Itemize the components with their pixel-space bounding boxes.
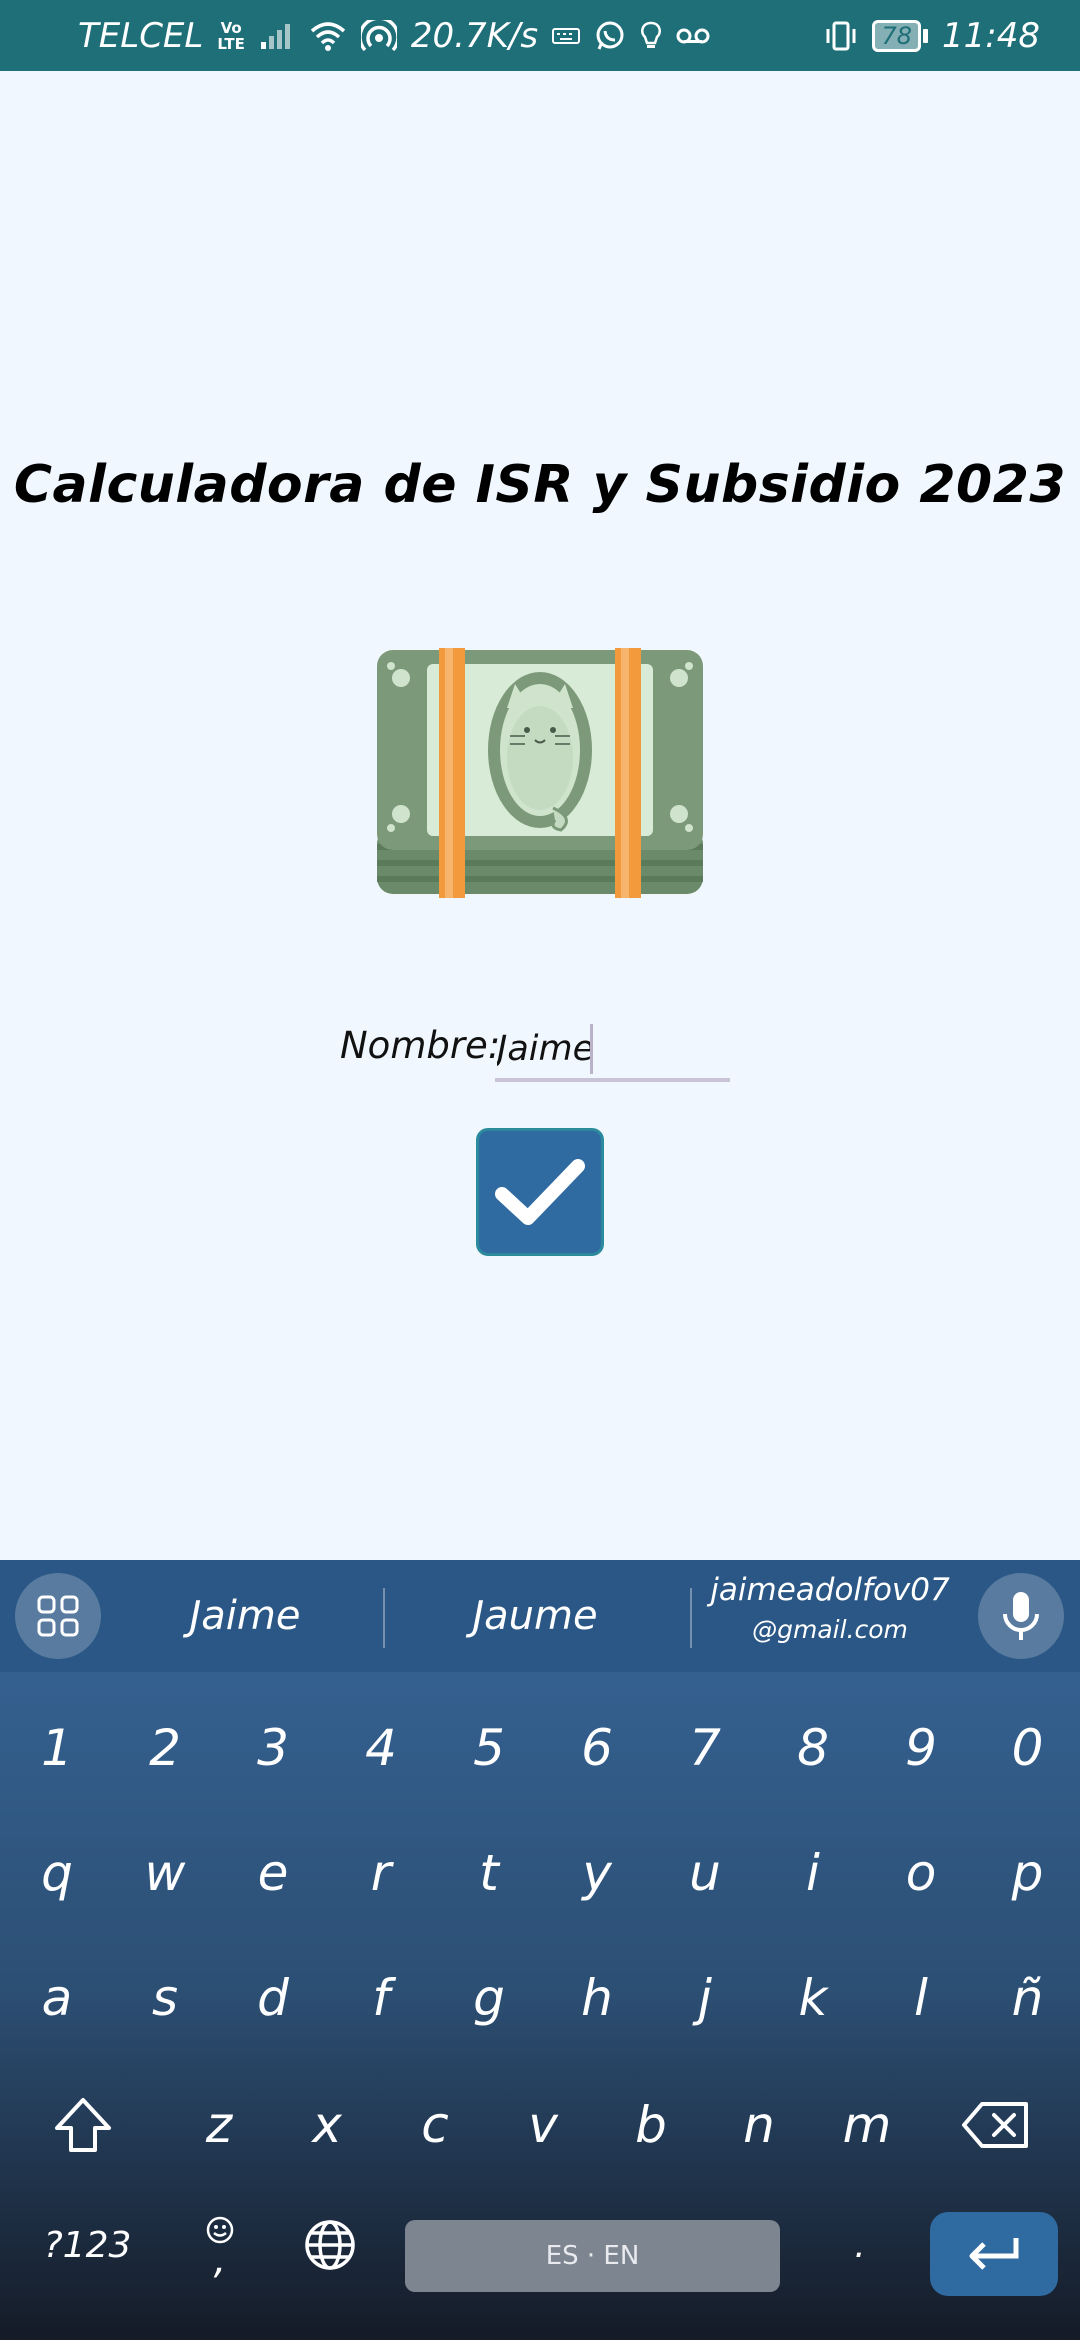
key-e[interactable]: e bbox=[219, 1818, 327, 1928]
apps-grid-button[interactable] bbox=[15, 1573, 101, 1659]
key-m[interactable]: m bbox=[813, 2070, 921, 2180]
key-0[interactable]: 0 bbox=[975, 1693, 1080, 1803]
key-3[interactable]: 3 bbox=[219, 1693, 327, 1803]
battery-tip bbox=[923, 28, 929, 43]
letter-row-2: a s d f g h j k l ñ bbox=[0, 1943, 1080, 2053]
volte-bottom: LTE bbox=[217, 34, 245, 53]
soft-keyboard: Jaime Jaume jaimeadolfov07 @gmail.com 1 … bbox=[0, 1560, 1080, 2340]
hotspot-icon bbox=[360, 19, 397, 52]
network-speed: 20.7K/s bbox=[410, 15, 539, 56]
number-row: 1 2 3 4 5 6 7 8 9 0 bbox=[0, 1693, 1080, 1803]
emoji-comma-key[interactable]: , bbox=[170, 2190, 270, 2300]
key-q[interactable]: q bbox=[3, 1818, 111, 1928]
key-n-tilde[interactable]: ñ bbox=[975, 1943, 1080, 2053]
key-r[interactable]: r bbox=[327, 1818, 435, 1928]
key-u[interactable]: u bbox=[651, 1818, 759, 1928]
key-o[interactable]: o bbox=[867, 1818, 975, 1928]
suggestion-divider bbox=[690, 1588, 692, 1648]
volte-top: Vo bbox=[220, 18, 242, 37]
volte-indicator: Vo LTE bbox=[217, 20, 245, 52]
key-n[interactable]: n bbox=[705, 2070, 813, 2180]
key-v[interactable]: v bbox=[489, 2070, 597, 2180]
key-g[interactable]: g bbox=[435, 1943, 543, 2053]
key-w[interactable]: w bbox=[111, 1818, 219, 1928]
battery-level: 78 bbox=[872, 19, 922, 52]
key-p[interactable]: p bbox=[975, 1818, 1080, 1928]
key-z[interactable]: z bbox=[165, 2070, 273, 2180]
suggestion-2[interactable]: Jaume bbox=[410, 1560, 660, 1672]
comma-label: , bbox=[213, 2237, 227, 2283]
money-stack-illustration bbox=[375, 648, 705, 898]
microphone-icon bbox=[1003, 1592, 1039, 1640]
key-t[interactable]: t bbox=[435, 1818, 543, 1928]
key-k[interactable]: k bbox=[759, 1943, 867, 2053]
key-4[interactable]: 4 bbox=[327, 1693, 435, 1803]
clock: 11:48 bbox=[942, 15, 1040, 56]
vibrate-icon bbox=[824, 20, 858, 52]
page-title: Calculadora de ISR y Subsidio 2023 bbox=[13, 455, 1067, 515]
letter-row-1: q w e r t y u i o p bbox=[0, 1818, 1080, 1928]
backspace-key[interactable] bbox=[940, 2070, 1050, 2180]
bottom-row: ?123 , ES · EN . bbox=[0, 2190, 1080, 2300]
globe-icon bbox=[305, 2220, 355, 2270]
suggestion-1[interactable]: Jaime bbox=[120, 1560, 370, 1672]
key-9[interactable]: 9 bbox=[867, 1693, 975, 1803]
key-x[interactable]: x bbox=[273, 2070, 381, 2180]
key-y[interactable]: y bbox=[543, 1818, 651, 1928]
key-7[interactable]: 7 bbox=[651, 1693, 759, 1803]
suggestion-bar: Jaime Jaume jaimeadolfov07 @gmail.com bbox=[0, 1560, 1080, 1672]
bulb-icon bbox=[640, 21, 662, 51]
key-a[interactable]: a bbox=[3, 1943, 111, 2053]
language-key[interactable] bbox=[280, 2190, 380, 2300]
wifi-icon bbox=[309, 21, 347, 51]
checkmark-icon bbox=[495, 1159, 585, 1225]
status-bar: TELCEL Vo LTE 20.7K/s 78 11:48 bbox=[0, 0, 1080, 71]
key-8[interactable]: 8 bbox=[759, 1693, 867, 1803]
name-label: Nombre: bbox=[340, 1024, 501, 1067]
key-f[interactable]: f bbox=[327, 1943, 435, 2053]
key-h[interactable]: h bbox=[543, 1943, 651, 2053]
symbols-key[interactable]: ?123 bbox=[20, 2190, 155, 2300]
key-6[interactable]: 6 bbox=[543, 1693, 651, 1803]
voicemail-icon bbox=[676, 26, 710, 46]
suggestion-divider bbox=[383, 1588, 385, 1648]
name-form-row: Nombre: bbox=[340, 1020, 740, 1090]
name-input[interactable] bbox=[495, 1020, 730, 1082]
signal-icon bbox=[259, 22, 295, 50]
key-i[interactable]: i bbox=[759, 1818, 867, 1928]
period-key[interactable]: . bbox=[810, 2190, 910, 2300]
confirm-button[interactable] bbox=[476, 1128, 604, 1256]
email-user: jaimeadolfov07 bbox=[710, 1572, 950, 1608]
key-1[interactable]: 1 bbox=[3, 1693, 111, 1803]
enter-key[interactable] bbox=[930, 2212, 1058, 2296]
key-s[interactable]: s bbox=[111, 1943, 219, 2053]
shift-arrow-icon bbox=[55, 2098, 111, 2152]
key-d[interactable]: d bbox=[219, 1943, 327, 2053]
backspace-icon bbox=[962, 2102, 1028, 2148]
carrier-name: TELCEL bbox=[78, 15, 204, 56]
whatsapp-icon bbox=[594, 20, 626, 52]
email-domain: @gmail.com bbox=[752, 1615, 908, 1644]
key-j[interactable]: j bbox=[651, 1943, 759, 2053]
key-l[interactable]: l bbox=[867, 1943, 975, 2053]
key-b[interactable]: b bbox=[597, 2070, 705, 2180]
key-5[interactable]: 5 bbox=[435, 1693, 543, 1803]
grid-icon bbox=[37, 1595, 79, 1637]
key-c[interactable]: c bbox=[381, 2070, 489, 2180]
text-cursor bbox=[590, 1024, 593, 1074]
letter-row-3: z x c v b n m bbox=[0, 2070, 1080, 2180]
enter-arrow-icon bbox=[969, 2238, 1019, 2270]
voice-input-button[interactable] bbox=[978, 1573, 1064, 1659]
keyboard-icon bbox=[552, 26, 581, 46]
shift-key[interactable] bbox=[28, 2070, 138, 2180]
key-2[interactable]: 2 bbox=[111, 1693, 219, 1803]
suggestion-email[interactable]: jaimeadolfov07 @gmail.com bbox=[700, 1570, 960, 1650]
space-bar[interactable]: ES · EN bbox=[405, 2220, 780, 2292]
